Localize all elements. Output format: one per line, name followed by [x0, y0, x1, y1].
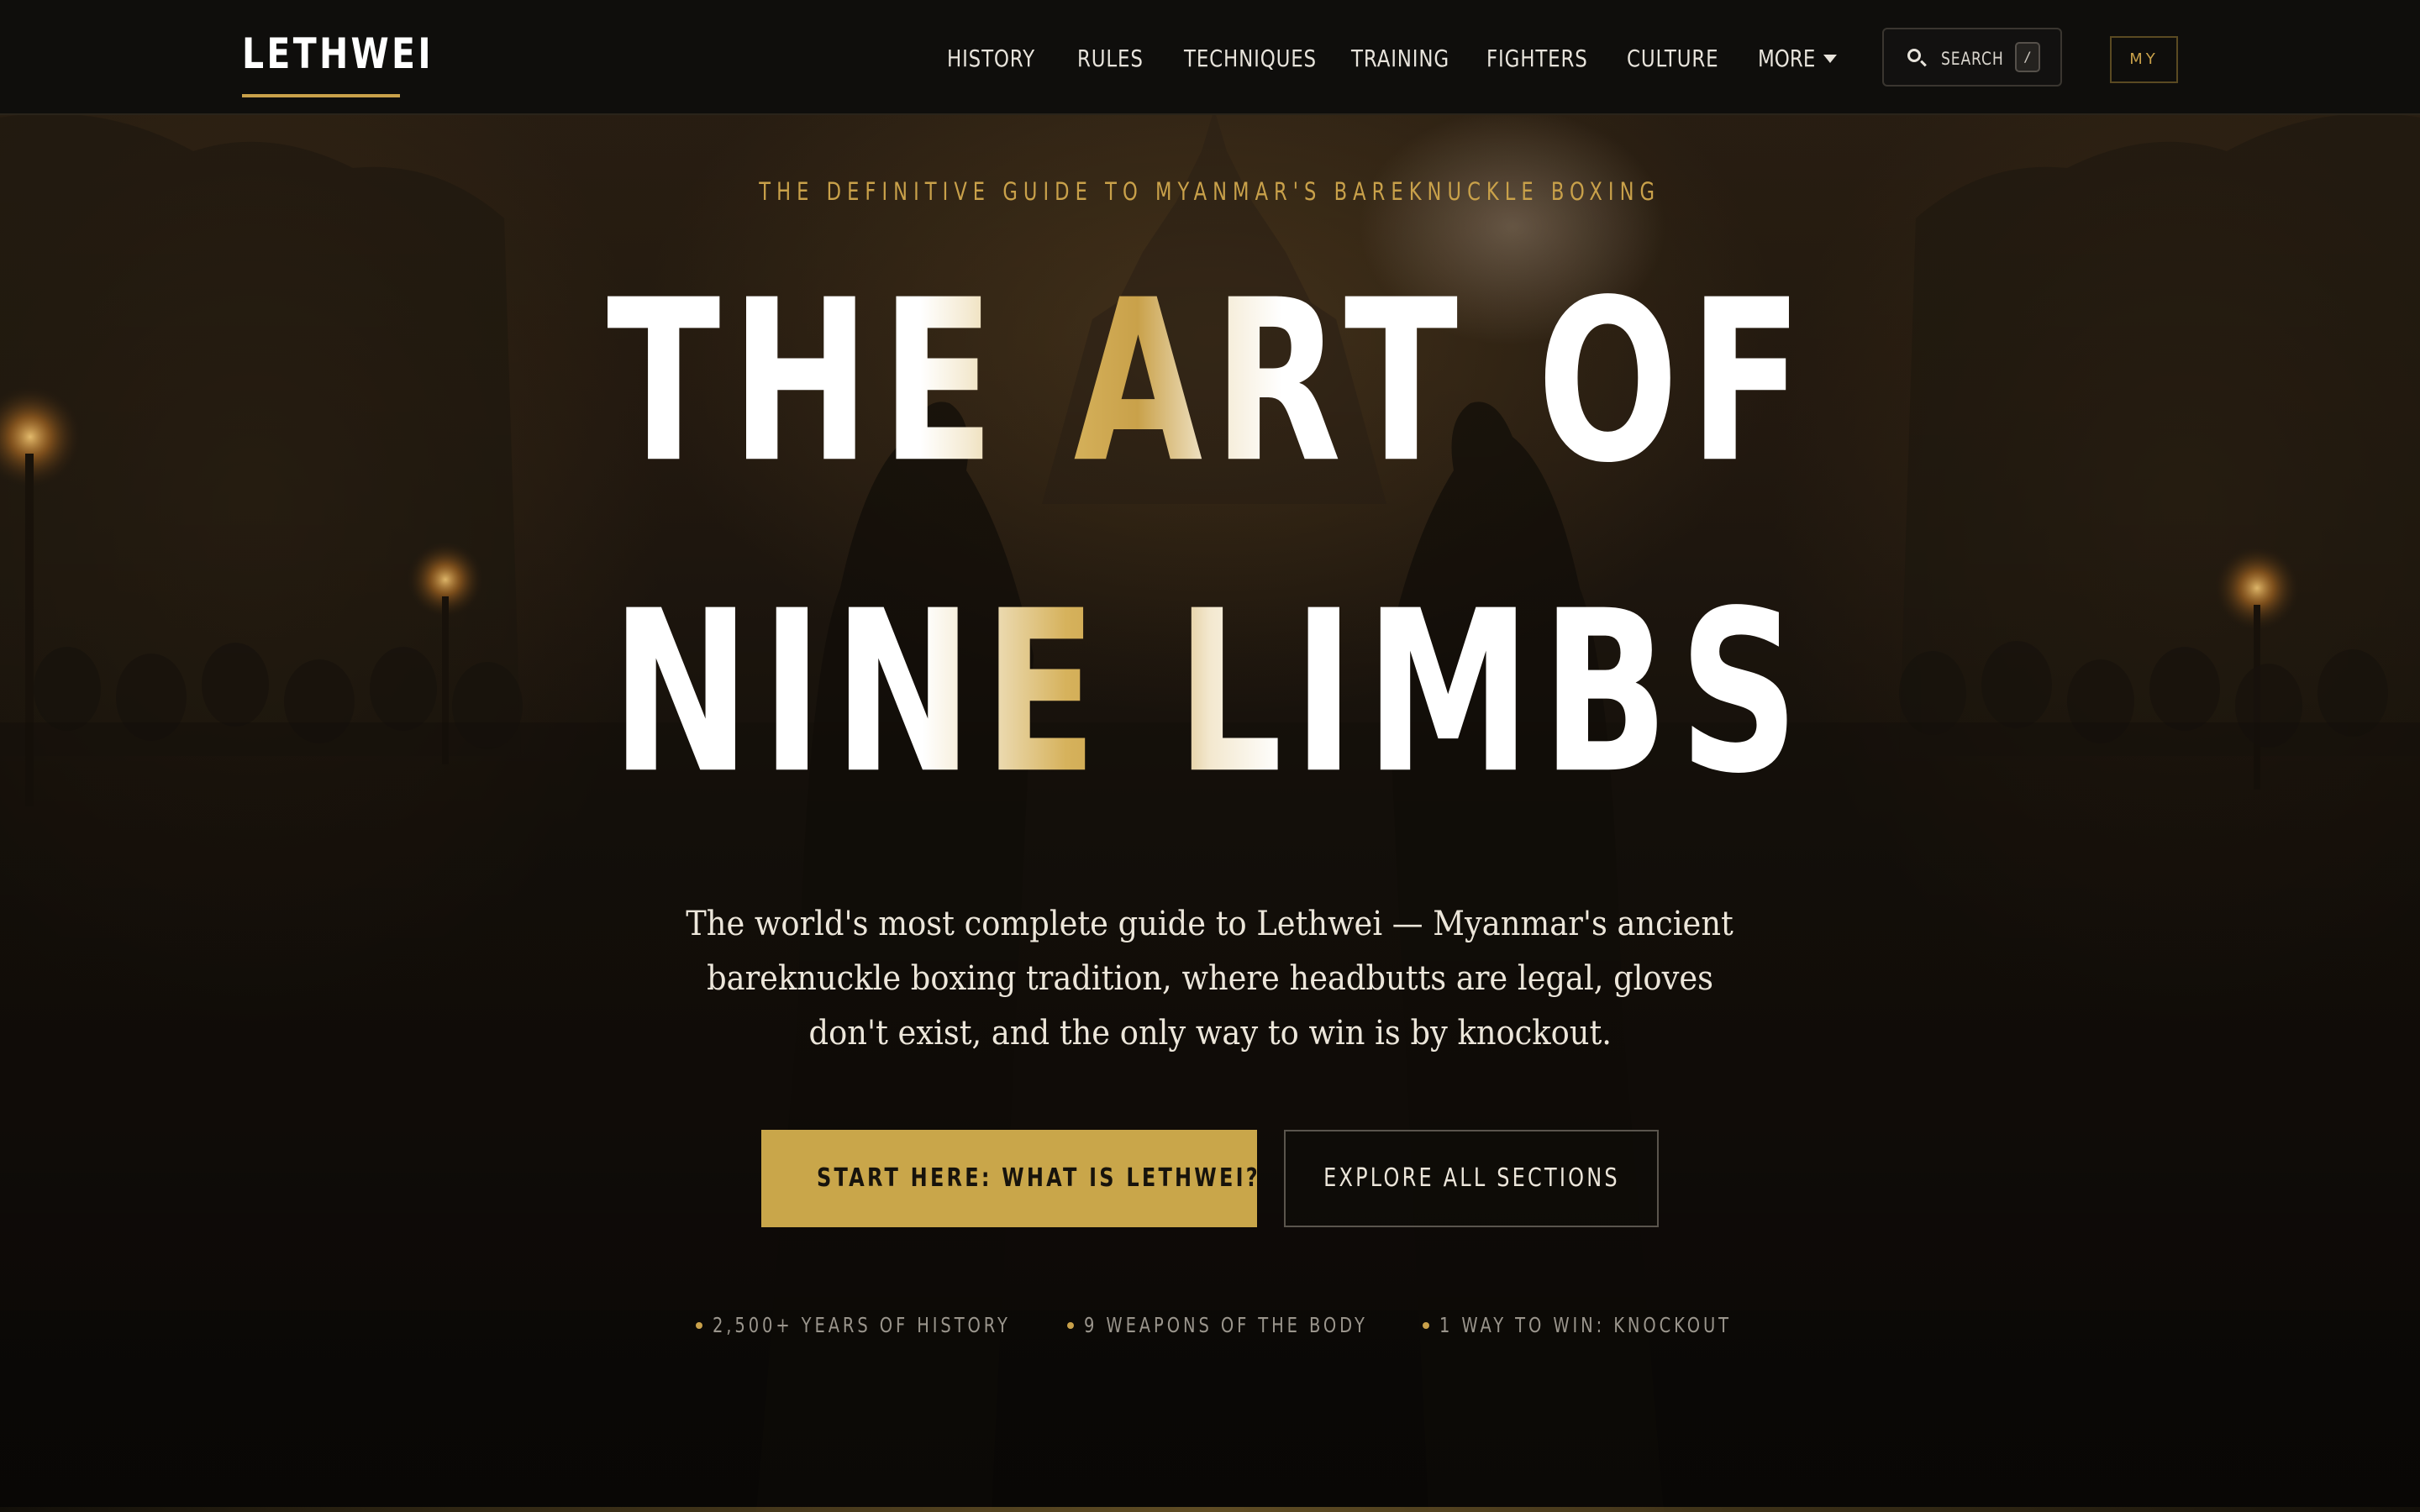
- hero-headline-line-1: THE ART OF: [0, 244, 2420, 521]
- hero-intro-line-1: The world's most complete guide to Lethw…: [686, 905, 1734, 943]
- nav-link-history[interactable]: HISTORY: [947, 40, 1035, 77]
- hero-headline-text-2: NINE LIMBS: [610, 563, 1810, 823]
- hero-stat-text: 1 WAY TO WIN: KNOCKOUT: [1439, 1313, 1733, 1337]
- hero-eyebrow: THE DEFINITIVE GUIDE TO MYANMAR'S BAREKN…: [0, 175, 2420, 208]
- hero-stats: 2,500+ YEARS OF HISTORY 9 WEAPONS OF THE…: [0, 1309, 2420, 1342]
- nav-link-culture[interactable]: CULTURE: [1627, 40, 1719, 77]
- nav-link-training[interactable]: TRAINING: [1351, 40, 1449, 77]
- explore-all-sections-button-label: EXPLORE ALL SECTIONS: [1323, 1163, 1620, 1193]
- explore-all-sections-button[interactable]: EXPLORE ALL SECTIONS: [1284, 1130, 1659, 1227]
- hero-headline-text-1: THE ART OF: [607, 252, 1813, 512]
- search-button[interactable]: SEARCH /: [1882, 28, 2062, 87]
- search-shortcut-key: /: [2015, 42, 2040, 72]
- nav-link-rules[interactable]: RULES: [1077, 40, 1144, 77]
- logo-underline: [242, 94, 400, 97]
- hero-intro-paragraph: The world's most complete guide to Lethw…: [639, 897, 1781, 1061]
- bullet-dot-icon: [1423, 1322, 1429, 1329]
- hero-intro-line-3: don't exist, and the only way to win is …: [808, 1014, 1612, 1053]
- caret-down-icon: [1823, 55, 1837, 63]
- start-here-button-label: START HERE: WHAT IS LETHWEI?: [816, 1163, 1260, 1193]
- nav-more-dropdown[interactable]: MORE: [1758, 40, 1837, 77]
- search-icon: [1907, 49, 1921, 62]
- site-logo[interactable]: LETHWEI: [242, 29, 434, 79]
- hero-stat-text: 9 WEAPONS OF THE BODY: [1084, 1313, 1368, 1337]
- nav-link-techniques[interactable]: TECHNIQUES: [1184, 40, 1317, 77]
- bullet-dot-icon: [696, 1322, 702, 1329]
- hero-headline-line-2: NINE LIMBS: [0, 554, 2420, 832]
- search-label: SEARCH: [1941, 49, 2004, 69]
- bullet-dot-icon: [1067, 1322, 1074, 1329]
- nav-more-label: MORE: [1758, 45, 1816, 72]
- start-here-button[interactable]: START HERE: WHAT IS LETHWEI?: [761, 1130, 1260, 1227]
- hero-stat-text: 2,500+ YEARS OF HISTORY: [713, 1313, 1011, 1337]
- top-navbar: LETHWEI HISTORY RULES TECHNIQUES TRAININ…: [0, 0, 2420, 115]
- language-toggle-button[interactable]: MY: [2110, 36, 2178, 83]
- nav-link-fighters[interactable]: FIGHTERS: [1486, 40, 1588, 77]
- hero-eyebrow-text: THE DEFINITIVE GUIDE TO MYANMAR'S BAREKN…: [759, 177, 1661, 206]
- hero-intro-line-2: bareknuckle boxing tradition, where head…: [707, 959, 1713, 998]
- section-divider: [0, 1507, 2420, 1512]
